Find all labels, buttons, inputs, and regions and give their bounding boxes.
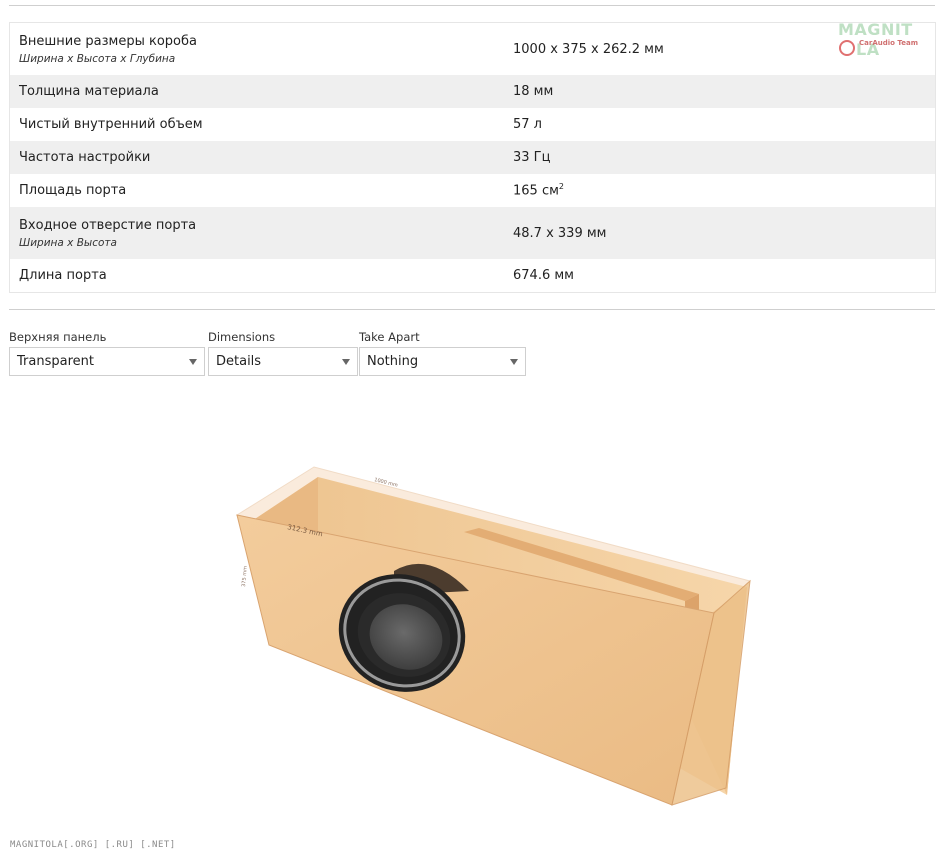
spec-row-material-thickness: Толщина материала 18 мм <box>10 75 935 108</box>
spec-label: Площадь порта <box>19 183 127 198</box>
spec-value: 57 л <box>513 117 542 132</box>
chevron-down-icon <box>510 359 518 365</box>
footer-text: MAGNITOLA[.ORG] [.RU] [.NET] <box>10 840 176 850</box>
spec-row-port-length: Длина порта 674.6 мм <box>10 259 935 292</box>
spec-label: Частота настройки <box>19 150 151 165</box>
spec-value: 33 Гц <box>513 150 551 165</box>
dimensions-control: Dimensions Details <box>208 330 358 376</box>
take-apart-control: Take Apart Nothing <box>359 330 526 376</box>
spec-value: 165 см2 <box>513 182 564 199</box>
take-apart-select[interactable]: Nothing <box>359 347 526 376</box>
spec-value: 48.7 x 339 мм <box>513 225 607 241</box>
subwoofer-box-model: 1000 mm 312.3 mm 375 mm <box>235 466 752 806</box>
spec-label: Длина порта <box>19 268 107 283</box>
spec-label: Толщина материала <box>19 84 159 99</box>
spec-label: Внешние размеры короба <box>19 33 197 49</box>
dimensions-select[interactable]: Details <box>208 347 358 376</box>
3d-viewport[interactable]: 1000 mm 312.3 mm 375 mm <box>9 395 935 835</box>
chevron-down-icon <box>342 359 350 365</box>
spec-row-port-opening: Входное отверстие порта Ширина x Высота … <box>10 207 935 259</box>
spec-row-tuning-frequency: Частота настройки 33 Гц <box>10 141 935 174</box>
spec-value: 1000 x 375 x 262.2 мм <box>513 41 664 57</box>
spec-sublabel: Ширина x Высота x Глубина <box>19 52 176 65</box>
spec-value: 18 мм <box>513 84 554 99</box>
spec-row-port-area: Площадь порта 165 см2 <box>10 174 935 207</box>
top-divider <box>9 5 935 6</box>
height-dimension-label: 375 mm <box>241 566 249 587</box>
spec-value: 674.6 мм <box>513 268 574 283</box>
top-panel-select[interactable]: Transparent <box>9 347 205 376</box>
spec-row-net-volume: Чистый внутренний объем 57 л <box>10 108 935 141</box>
top-panel-control: Верхняя панель Transparent <box>9 330 205 376</box>
spec-table: Внешние размеры короба Ширина x Высота x… <box>9 22 936 293</box>
chevron-down-icon <box>189 359 197 365</box>
dimensions-label: Dimensions <box>208 330 276 344</box>
spec-row-outer-dimensions: Внешние размеры короба Ширина x Высота x… <box>10 23 935 75</box>
middle-divider <box>9 309 935 310</box>
spec-label: Чистый внутренний объем <box>19 117 203 132</box>
top-panel-label: Верхняя панель <box>9 330 107 344</box>
spec-sublabel: Ширина x Высота <box>19 236 117 249</box>
take-apart-label: Take Apart <box>359 330 420 344</box>
spec-label: Входное отверстие порта <box>19 217 197 233</box>
